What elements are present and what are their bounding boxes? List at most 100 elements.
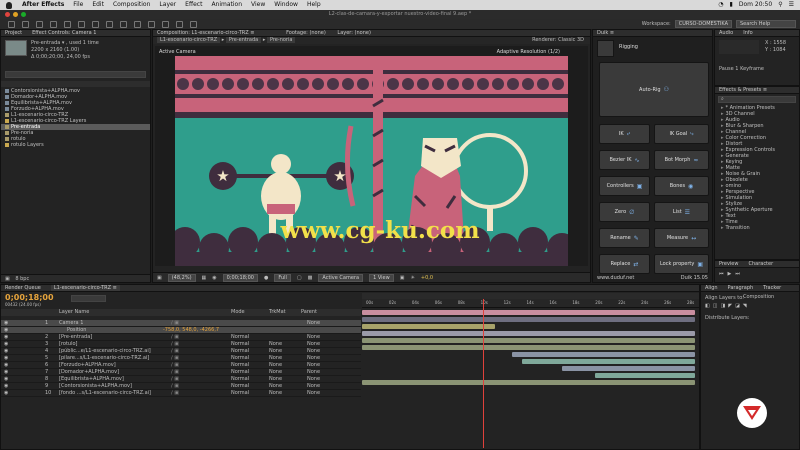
tab-render-queue[interactable]: Render Queue [5,285,41,291]
visibility-eye-icon[interactable]: ◉ [4,320,8,327]
layer-mode-select[interactable]: Normal [231,369,249,376]
layer-switches-icon[interactable]: ∕ ▣ [171,390,179,397]
breadcrumb-item[interactable]: L1-escenario-circo-TRZ [157,37,221,43]
hand-tool-icon[interactable] [22,20,29,28]
eraser-tool-icon[interactable] [162,20,169,28]
battery-icon[interactable]: ▮ [730,0,733,10]
layer-name[interactable]: Camera 1 [59,320,83,327]
zoom-window-icon[interactable] [21,12,26,17]
layer-name[interactable]: [rotulo] [59,341,77,348]
layer-trkmat-select[interactable]: None [269,362,282,369]
visibility-eye-icon[interactable]: ◉ [4,334,8,341]
layer-parent-select[interactable]: None [307,348,320,355]
layer-parent-select[interactable]: None [307,383,320,390]
list-button[interactable]: List ☰ [654,202,709,222]
layer-switches-icon[interactable]: ∕ ▣ [171,334,179,341]
tab-project[interactable]: Project [5,30,22,36]
layer-duration-bar[interactable] [362,380,695,385]
camera-view-select[interactable]: Active Camera [318,273,364,282]
layer-parent-select[interactable]: None [307,320,320,327]
menu-window[interactable]: Window [274,0,298,10]
effects-search-input[interactable]: ⌕ [718,96,796,103]
col-layer-name[interactable]: Layer Name [59,309,89,316]
time-ruler[interactable]: 00s02s04s06s08s10s12s14s16s18s20s22s24s2… [362,299,699,308]
layer-duration-bar[interactable] [595,373,695,378]
align-bottom-icon[interactable]: ◥ [743,303,747,309]
search-icon[interactable]: ⚲ [778,0,782,10]
always-preview-icon[interactable]: ▣ [157,275,162,281]
camera-snapshot-icon[interactable]: ◉ [212,275,216,281]
tab-layer[interactable]: Layer: (none) [337,30,371,36]
layer-mode-select[interactable]: Normal [231,341,249,348]
grid-icon[interactable]: ▦ [202,275,207,281]
timeline-current-time[interactable]: 0;00;18;00 [5,293,54,302]
layer-trkmat-select[interactable]: None [269,341,282,348]
toggle-pixel-icon[interactable]: ▣ [400,275,405,281]
layer-parent-select[interactable]: None [307,334,320,341]
layer-mode-select[interactable]: Normal [231,376,249,383]
visibility-eye-icon[interactable]: ◉ [4,355,8,362]
timeline-search-input[interactable] [71,295,106,302]
layer-switches-icon[interactable]: ∕ ▣ [171,355,179,362]
layer-trkmat-select[interactable]: None [269,369,282,376]
layer-duration-bar[interactable] [521,359,695,364]
layer-trkmat-select[interactable]: None [269,348,282,355]
selection-tool-icon[interactable] [8,20,15,28]
layer-duration-bar[interactable] [362,310,695,315]
close-window-icon[interactable] [5,12,10,17]
menu-file[interactable]: File [73,0,83,10]
tab-tracker[interactable]: Tracker [763,285,781,291]
breadcrumb-item[interactable]: Pre-noria [266,37,296,43]
layer-duration-bar[interactable] [362,338,695,343]
ik-button[interactable]: IK ⤶ [599,124,650,144]
layer-duration-bar[interactable] [362,331,695,336]
visibility-eye-icon[interactable]: ◉ [4,369,8,376]
clone-tool-icon[interactable] [148,20,155,28]
tab-footage[interactable]: Footage: (none) [286,30,326,36]
visibility-eye-icon[interactable]: ◉ [4,341,8,348]
camera-tool-icon[interactable] [64,20,71,28]
layer-duration-bar[interactable] [362,317,695,322]
layer-trkmat-select[interactable]: None [269,383,282,390]
menu-layer[interactable]: Layer [159,0,176,10]
layer-mode-select[interactable]: Normal [231,383,249,390]
region-interest-icon[interactable]: ▢ [297,275,302,281]
layer-parent-select[interactable]: None [307,376,320,383]
workspace-select[interactable]: CURSO-DOMESTIKA [674,20,732,28]
puppet-tool-icon[interactable] [190,20,197,28]
table-row[interactable]: ◉ 7 [Domador+ALPHA.mov] ∕ ▣ Normal None None [1,369,361,376]
roto-tool-icon[interactable] [176,20,183,28]
table-row[interactable]: ◉ Position -758,0, 548,0, -4266,7 [1,327,361,334]
layer-switches-icon[interactable]: ∕ ▣ [171,320,179,327]
visibility-eye-icon[interactable]: ◉ [4,327,8,334]
brush-tool-icon[interactable] [134,20,141,28]
layer-switches-icon[interactable]: ∕ ▣ [171,383,179,390]
minimize-window-icon[interactable] [13,12,18,17]
position-value[interactable]: -758,0, 548,0, -4266,7 [163,327,219,334]
lock-property-button[interactable]: Lock property ▣ [654,254,709,274]
bezier-ik-button[interactable]: Bezier IK ∿ [599,150,650,170]
align-to-select[interactable]: Composition [743,294,774,300]
pen-tool-icon[interactable] [106,20,113,28]
playhead[interactable] [483,299,485,448]
layer-name[interactable]: [Pre-entrada] [59,334,92,341]
tab-paragraph[interactable]: Paragraph [728,285,754,291]
layer-mode-select[interactable]: Normal [231,348,249,355]
effects-category-item[interactable]: Transition [715,225,799,231]
play-icon[interactable]: ▶ [728,271,732,277]
layer-name[interactable]: [Equilibrista+ALPHA.mov] [59,376,124,383]
visibility-eye-icon[interactable]: ◉ [4,362,8,369]
layer-switches-icon[interactable]: ∕ ▣ [171,341,179,348]
layer-duration-bar[interactable] [511,352,695,357]
tab-info[interactable]: Info [743,30,752,36]
visibility-eye-icon[interactable]: ◉ [4,376,8,383]
exposure-value[interactable]: +0,0 [421,275,433,281]
first-frame-icon[interactable]: ⏮ [719,271,724,277]
wifi-icon[interactable]: ◔ [718,0,723,10]
col-mode[interactable]: Mode [231,309,245,316]
visibility-eye-icon[interactable]: ◉ [4,348,8,355]
layer-parent-select[interactable]: None [307,362,320,369]
layer-parent-select[interactable]: None [307,390,320,397]
trash-icon[interactable]: ▣ [5,276,10,282]
duik-website[interactable]: www.duduf.net [597,275,634,281]
